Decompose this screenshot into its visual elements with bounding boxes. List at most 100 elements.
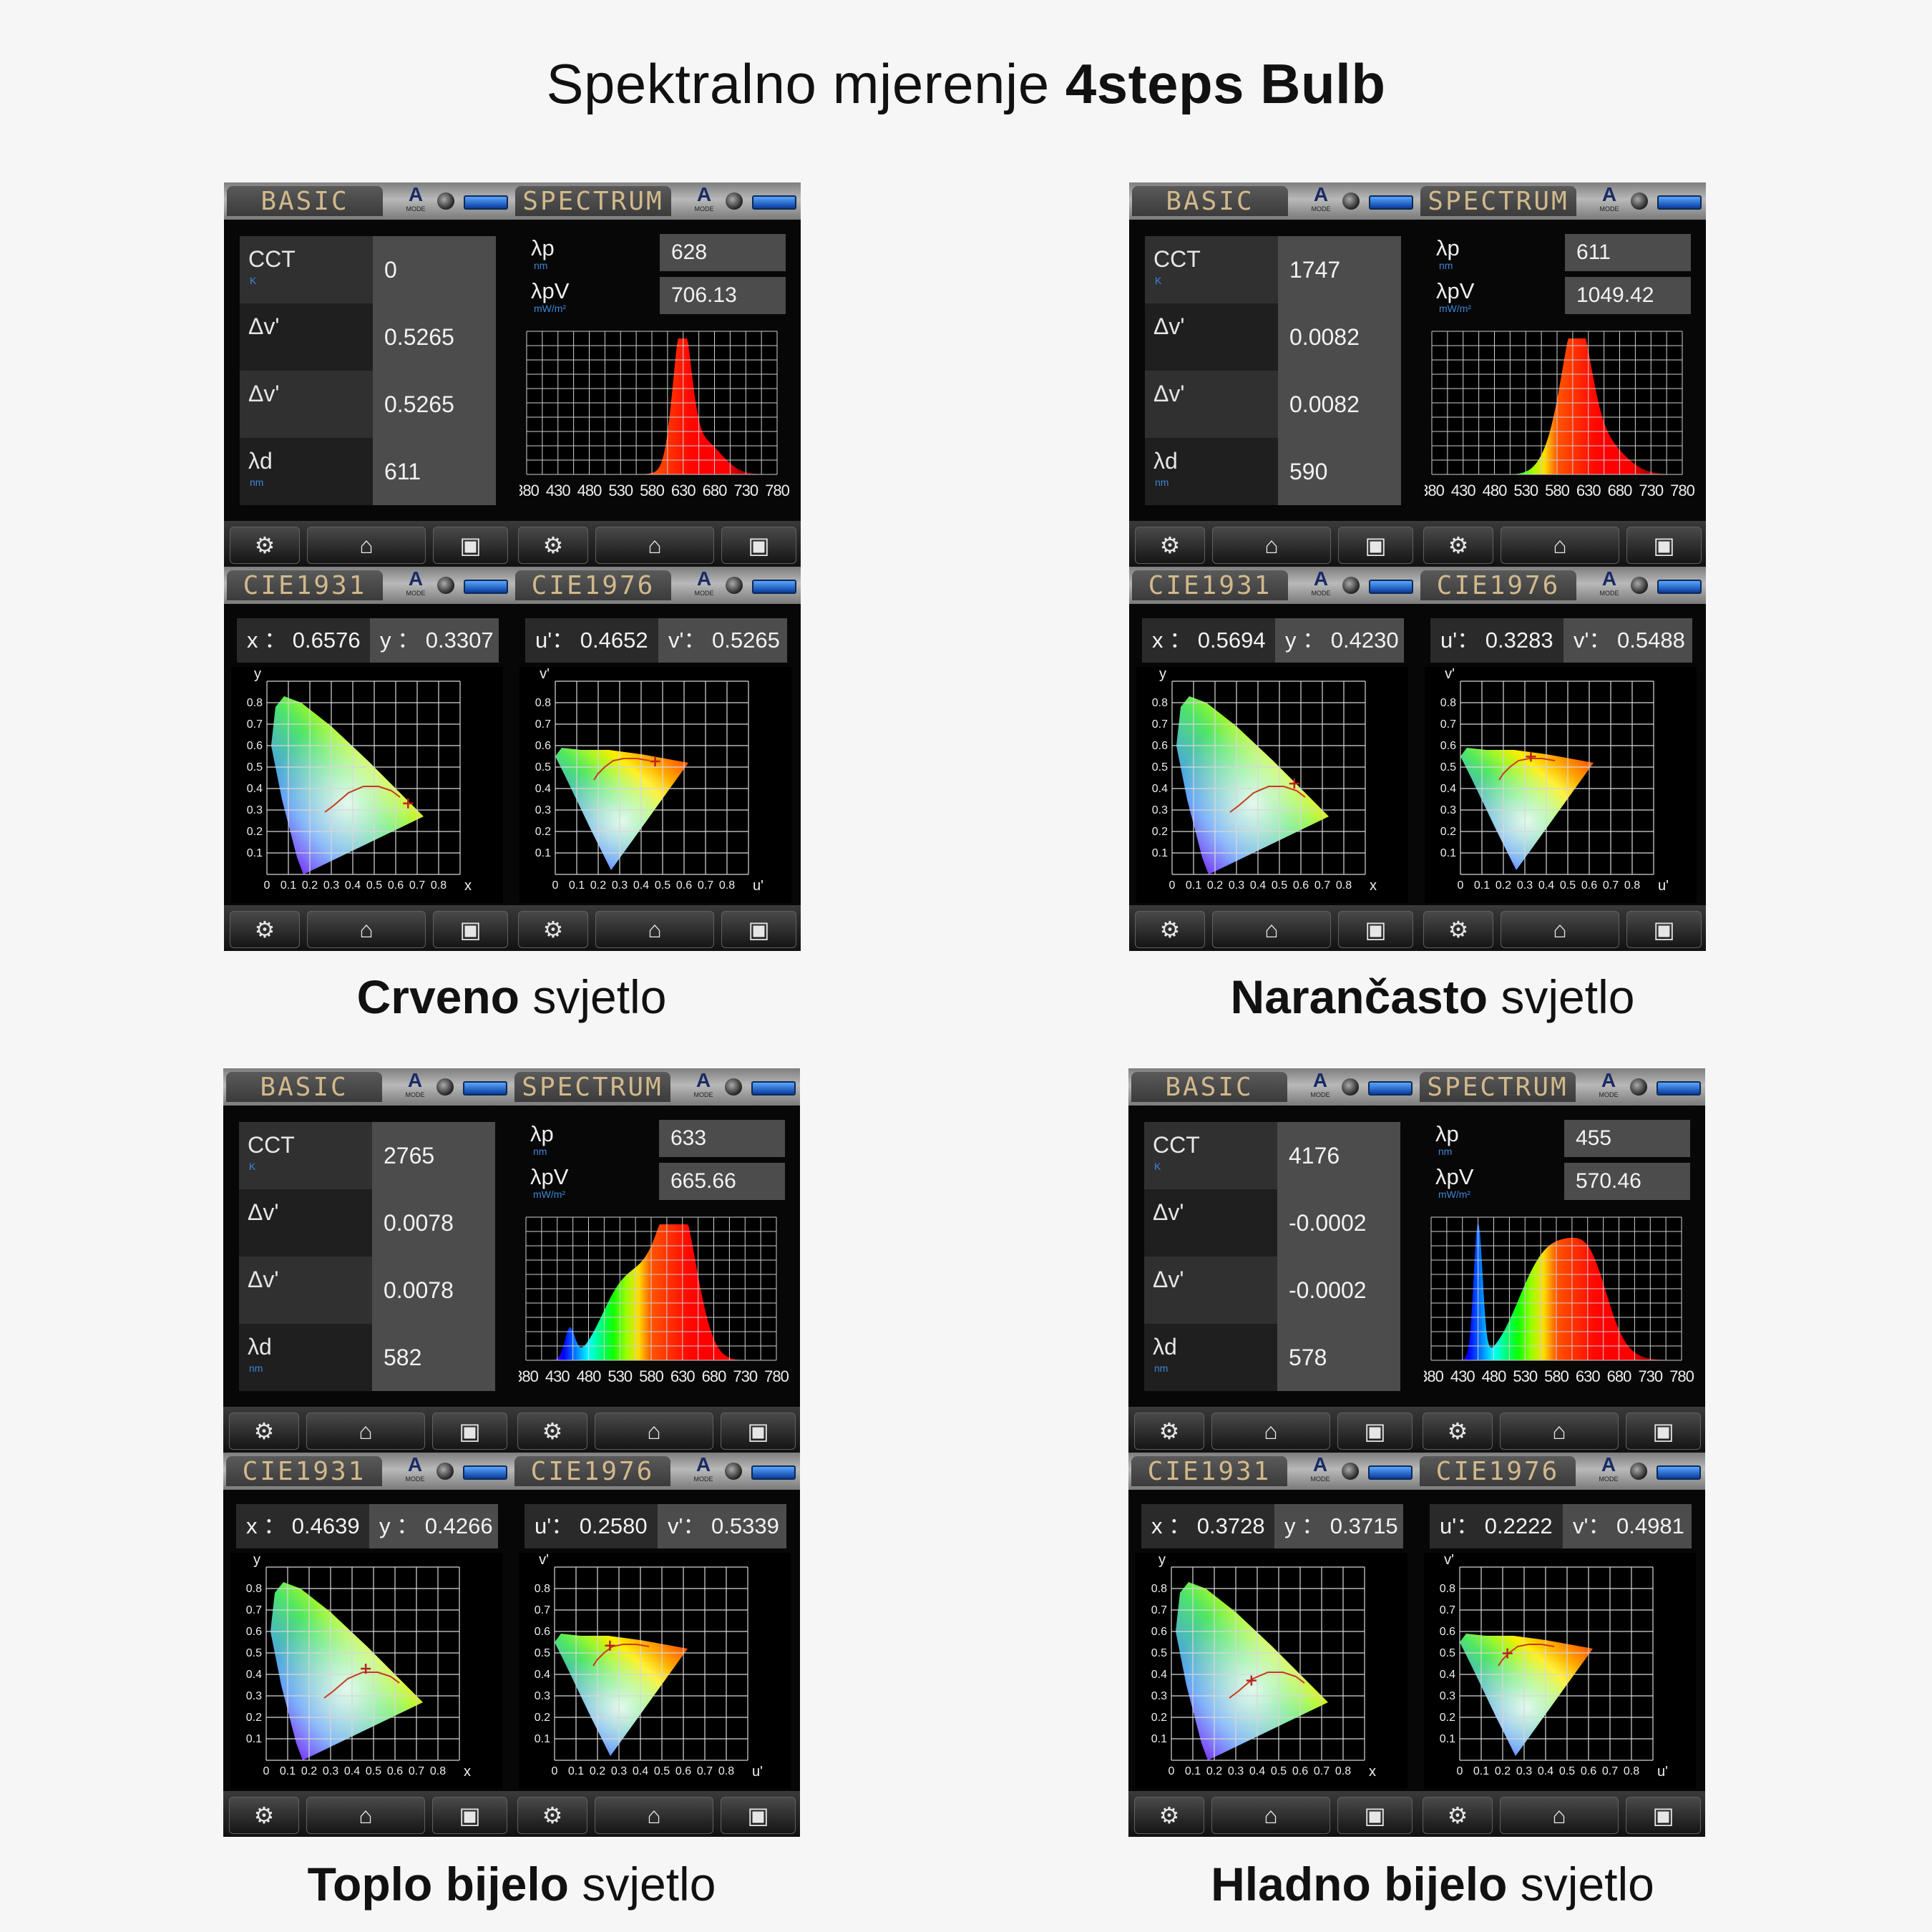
save-button[interactable]: ▣ [1626,1797,1701,1834]
spectrum-tick-label: 530 [608,482,633,499]
axis-tick-label: 0.4 [633,879,649,892]
save-button[interactable]: ▣ [1337,1797,1413,1834]
save-button[interactable]: ▣ [433,527,508,564]
settings-button[interactable]: ⚙ [1423,1797,1493,1834]
mode-icon[interactable]: A MODE [401,1455,429,1486]
mode-icon[interactable]: A MODE [1594,1070,1623,1102]
settings-button[interactable]: ⚙ [1134,1797,1204,1834]
home-button[interactable]: ⌂ [1501,911,1619,948]
tab-cie1976[interactable]: CIE1976 [1420,1456,1576,1486]
tab-cie1931[interactable]: CIE1931 [1131,1456,1287,1486]
ld-label: λd [248,448,273,474]
home-button[interactable]: ⌂ [595,1797,713,1834]
mode-icon[interactable]: A MODE [690,185,718,216]
dv-row-2: Δv' -0.0002 [1144,1257,1400,1324]
axis-tick-label: 0.1 [1151,1733,1167,1745]
mode-icon[interactable]: A MODE [689,1455,718,1486]
dv-label-2: Δv' [1153,1267,1184,1292]
tab-basic[interactable]: BASIC [1132,186,1288,216]
home-button[interactable]: ⌂ [307,911,426,948]
save-button[interactable]: ▣ [432,1797,507,1834]
settings-button[interactable]: ⚙ [518,911,588,948]
mode-icon[interactable]: A MODE [1595,185,1624,216]
save-button[interactable]: ▣ [1338,911,1413,948]
tab-spectrum[interactable]: SPECTRUM [1420,1072,1576,1102]
home-button[interactable]: ⌂ [1212,911,1331,948]
home-button[interactable]: ⌂ [1500,1413,1619,1450]
tab-basic[interactable]: BASIC [227,186,383,216]
save-button[interactable]: ▣ [721,527,796,564]
settings-button[interactable]: ⚙ [1423,911,1493,948]
settings-button[interactable]: ⚙ [230,527,300,564]
settings-button[interactable]: ⚙ [1423,527,1493,564]
mode-icon[interactable]: A MODE [690,569,718,600]
mode-icon[interactable]: A MODE [401,569,430,600]
tab-spectrum[interactable]: SPECTRUM [514,1072,670,1102]
save-button[interactable]: ▣ [1626,911,1702,948]
save-button[interactable]: ▣ [721,1797,796,1834]
save-button[interactable]: ▣ [721,1413,796,1450]
dv-value-2: 0.0082 [1278,371,1401,438]
axis-tick-label: 0.2 [1152,826,1168,838]
save-button[interactable]: ▣ [1338,527,1413,564]
save-button[interactable]: ▣ [721,911,796,948]
measurement-caption: Narančasto svjetlo [1075,970,1790,1024]
tab-cie1931[interactable]: CIE1931 [227,570,383,600]
settings-button[interactable]: ⚙ [1135,911,1205,948]
basic-values-table: CCT K 4176 Δv' -0.0002 Δv' -0.0002 λd nm 5… [1144,1122,1400,1391]
mode-icon[interactable]: A MODE [1306,1070,1335,1102]
save-button[interactable]: ▣ [432,1413,507,1450]
save-button[interactable]: ▣ [1626,527,1702,564]
save-button[interactable]: ▣ [1337,1413,1413,1450]
dv-value: 0.0082 [1278,303,1401,371]
battery-icon [752,195,796,210]
spectrum-panel: SPECTRUM A MODE λp nm 611 λpV mW/m² 1049.42… [1418,182,1706,567]
home-button[interactable]: ⌂ [307,527,426,564]
home-button[interactable]: ⌂ [1211,1797,1330,1834]
spectrum-values: λp nm 628 λpV mW/m² 706.13 [524,233,789,317]
settings-button[interactable]: ⚙ [229,1413,299,1450]
tab-cie1931[interactable]: CIE1931 [226,1456,382,1486]
tab-cie1976[interactable]: CIE1976 [515,570,671,600]
tab-cie1976[interactable]: CIE1976 [514,1456,670,1486]
settings-button[interactable]: ⚙ [230,911,300,948]
save-button[interactable]: ▣ [1626,1413,1701,1450]
axis-tick-label: 0.8 [1151,1583,1167,1595]
save-button[interactable]: ▣ [433,911,508,948]
mode-icon[interactable]: A MODE [689,1070,718,1102]
tab-basic[interactable]: BASIC [1131,1072,1287,1102]
basic-values-table: CCT K 0 Δv' 0.5265 Δv' 0.5265 λd nm 611 [240,236,496,505]
mode-icon[interactable]: A MODE [401,185,430,216]
mode-icon[interactable]: A MODE [1594,1455,1623,1486]
tab-spectrum[interactable]: SPECTRUM [1420,186,1576,216]
settings-button[interactable]: ⚙ [1134,1413,1204,1450]
mode-icon[interactable]: A MODE [1307,569,1335,600]
xy-values: x ： 0.4639 y ： 0.4266 [236,1504,498,1548]
settings-button[interactable]: ⚙ [517,1797,587,1834]
tab-spectrum[interactable]: SPECTRUM [515,186,671,216]
home-button[interactable]: ⌂ [306,1797,425,1834]
home-button[interactable]: ⌂ [595,911,714,948]
mode-icon[interactable]: A MODE [1595,569,1624,600]
settings-button[interactable]: ⚙ [517,1413,587,1450]
home-button[interactable]: ⌂ [1211,1413,1330,1450]
settings-button[interactable]: ⚙ [229,1797,299,1834]
mode-icon[interactable]: A MODE [1307,185,1335,216]
settings-button[interactable]: ⚙ [518,527,588,564]
settings-button[interactable]: ⚙ [1423,1413,1493,1450]
tab-cie1976[interactable]: CIE1976 [1420,570,1576,600]
tab-basic[interactable]: BASIC [226,1072,382,1102]
spectrum-values: λp nm 633 λpV mW/m² 665.66 [523,1118,788,1203]
uv-values: u'： 0.4652 v'： 0.5265 [525,618,787,663]
home-button[interactable]: ⌂ [1501,527,1619,564]
mode-icon[interactable]: A MODE [1306,1455,1335,1486]
mode-icon[interactable]: A MODE [401,1070,429,1102]
home-button[interactable]: ⌂ [595,1413,713,1450]
home-button[interactable]: ⌂ [1500,1797,1619,1834]
home-button[interactable]: ⌂ [595,527,714,564]
tab-cie1931[interactable]: CIE1931 [1132,570,1288,600]
toolbar: ⚙ ⌂ ▣ [512,1407,800,1453]
settings-button[interactable]: ⚙ [1135,527,1205,564]
home-button[interactable]: ⌂ [306,1413,425,1450]
home-button[interactable]: ⌂ [1212,527,1331,564]
